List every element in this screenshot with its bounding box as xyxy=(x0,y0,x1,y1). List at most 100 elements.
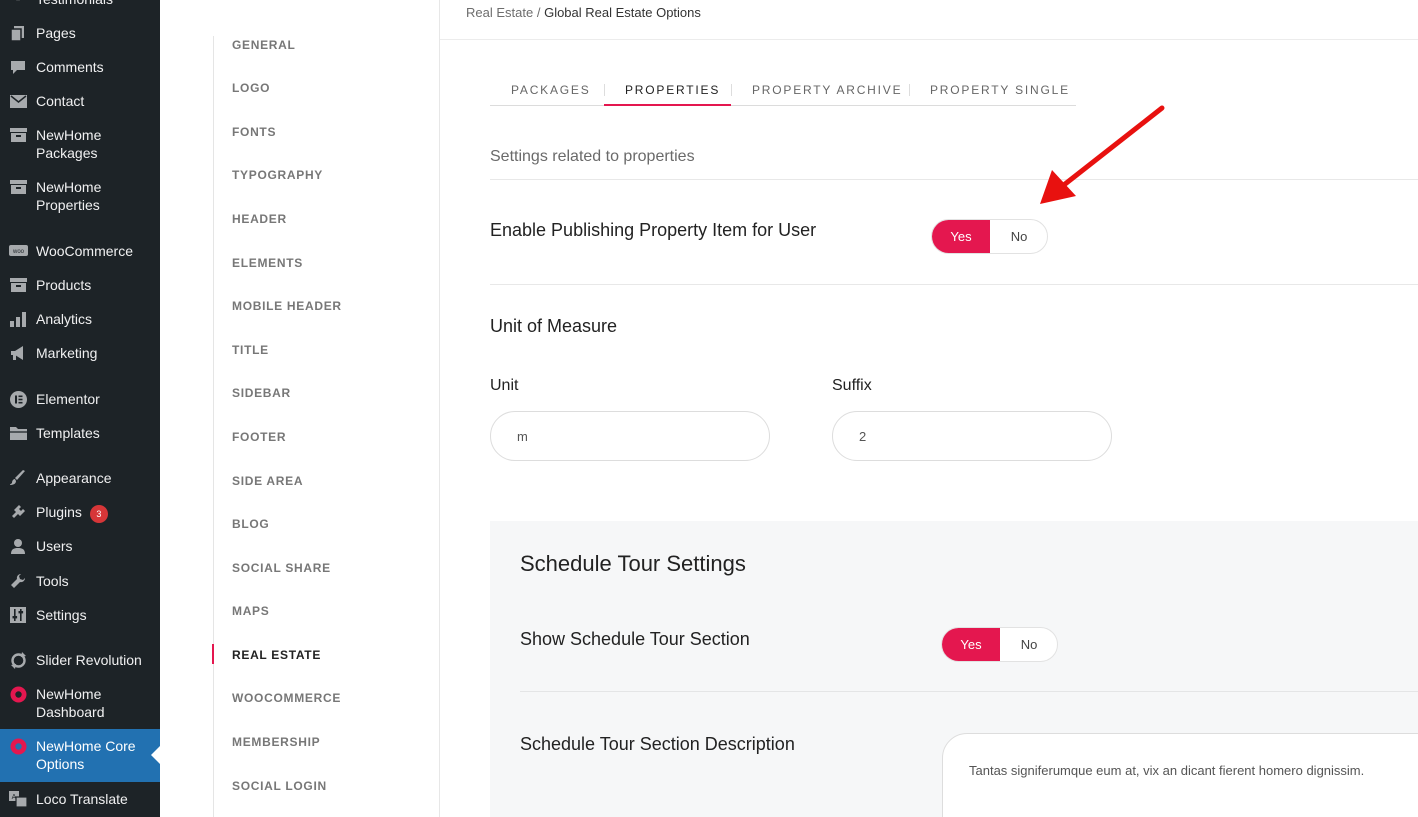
nav-item-real-estate[interactable]: REAL ESTATE xyxy=(232,648,321,662)
tab-separator xyxy=(604,84,605,96)
field-divider xyxy=(520,691,1418,692)
refresh-icon xyxy=(8,651,28,669)
wp-menu-users[interactable]: Users xyxy=(0,537,160,555)
wp-menu-plugins[interactable]: Plugins 3 xyxy=(0,503,160,523)
nav-item-title[interactable]: TITLE xyxy=(232,343,269,357)
nav-item-sidebar[interactable]: SIDEBAR xyxy=(232,386,291,400)
unit-of-measure-title: Unit of Measure xyxy=(490,316,618,336)
tab-property-single[interactable]: PROPERTY SINGLE xyxy=(930,83,1070,97)
wp-menu-label: NewHome Core Options xyxy=(36,738,136,772)
show-schedule-tour-yes[interactable]: Yes xyxy=(942,628,1000,661)
unit-input[interactable] xyxy=(490,411,770,461)
nav-item-footer[interactable]: FOOTER xyxy=(232,430,286,444)
plugins-label-text: Plugins xyxy=(36,504,82,520)
show-schedule-tour-no[interactable]: No xyxy=(1000,628,1057,661)
nav-divider xyxy=(213,36,214,817)
nav-item-side-area[interactable]: SIDE AREA xyxy=(232,474,303,488)
wp-menu-label: WooCommerce xyxy=(36,243,133,259)
translate-icon: A xyxy=(8,790,28,808)
nav-item-mobile-header[interactable]: MOBILE HEADER xyxy=(232,299,342,313)
nav-item-logo[interactable]: LOGO xyxy=(232,81,270,95)
tab-separator xyxy=(909,84,910,96)
wp-menu-label: Products xyxy=(36,277,92,293)
wp-menu-elementor[interactable]: Elementor xyxy=(0,390,160,408)
nav-item-general[interactable]: GENERAL xyxy=(232,38,296,52)
svg-text:A: A xyxy=(12,794,17,801)
wp-menu-label: Elementor xyxy=(36,391,100,407)
active-menu-pointer xyxy=(151,746,160,764)
wp-menu-label: Analytics xyxy=(36,311,93,327)
field-divider xyxy=(490,284,1418,285)
wp-menu-woocommerce[interactable]: woo WooCommerce xyxy=(0,242,160,260)
tab-properties[interactable]: PROPERTIES xyxy=(625,83,720,97)
nav-item-membership[interactable]: MEMBERSHIP xyxy=(232,735,320,749)
wp-menu-label: Appearance xyxy=(36,470,112,486)
wp-menu-loco-translate[interactable]: A Loco Translate xyxy=(0,790,160,808)
plugin-icon xyxy=(8,503,28,521)
newhome-icon xyxy=(8,685,28,703)
nav-item-elements[interactable]: ELEMENTS xyxy=(232,256,303,270)
section-subtitle: Settings related to properties xyxy=(490,148,695,165)
options-tabs: PACKAGES PROPERTIES PROPERTY ARCHIVE PRO… xyxy=(490,75,1076,106)
wp-menu-label: Comments xyxy=(36,59,104,75)
suffix-input[interactable] xyxy=(832,411,1112,461)
nav-item-fonts[interactable]: FONTS xyxy=(232,125,276,139)
plugin-update-badge: 3 xyxy=(89,505,108,523)
enable-publishing-yes[interactable]: Yes xyxy=(932,220,990,253)
archive-icon xyxy=(8,178,28,196)
testimonials-icon: ▪ xyxy=(8,0,28,8)
paintbrush-icon xyxy=(8,469,28,487)
wp-menu-label: NewHome Properties xyxy=(36,179,102,213)
wp-menu-tools[interactable]: Tools xyxy=(0,572,160,590)
options-main-panel: Real Estate / Global Real Estate Options… xyxy=(440,0,1418,817)
wp-menu-label: Pages xyxy=(36,25,76,41)
wp-admin-sidebar: ▪ Testimonials Pages Comments Contact Ne… xyxy=(0,0,160,817)
woocommerce-icon: woo xyxy=(8,242,28,260)
nav-item-social-share[interactable]: SOCIAL SHARE xyxy=(232,561,331,575)
wp-menu-analytics[interactable]: Analytics xyxy=(0,310,160,328)
wp-menu-newhome-packages[interactable]: NewHome Packages xyxy=(0,126,160,162)
elementor-icon xyxy=(8,390,28,408)
wp-menu-label: NewHome Packages xyxy=(36,127,102,161)
nav-item-blog[interactable]: BLOG xyxy=(232,517,269,531)
wp-menu-settings[interactable]: Settings xyxy=(0,606,160,624)
wp-menu-appearance[interactable]: Appearance xyxy=(0,469,160,487)
breadcrumb-current: Global Real Estate Options xyxy=(544,5,701,20)
nav-active-indicator xyxy=(212,644,214,664)
wp-menu-marketing[interactable]: Marketing xyxy=(0,344,160,362)
newhome-icon xyxy=(8,737,28,755)
wp-menu-comments[interactable]: Comments xyxy=(0,58,160,76)
nav-item-woocommerce[interactable]: WOOCOMMERCE xyxy=(232,691,341,705)
wp-menu-newhome-core-options[interactable]: NewHome Core Options xyxy=(0,729,160,782)
pages-icon xyxy=(8,24,28,42)
breadcrumb-parent[interactable]: Real Estate xyxy=(466,5,533,20)
wp-menu-newhome-properties[interactable]: NewHome Properties xyxy=(0,178,160,214)
schedule-tour-title: Schedule Tour Settings xyxy=(520,551,746,576)
comments-icon xyxy=(8,58,28,76)
schedule-tour-description-textarea[interactable]: Tantas signiferumque eum at, vix an dica… xyxy=(942,733,1418,817)
user-icon xyxy=(8,537,28,555)
bar-chart-icon xyxy=(8,310,28,328)
tab-property-archive[interactable]: PROPERTY ARCHIVE xyxy=(752,83,902,97)
wp-menu-products[interactable]: Products xyxy=(0,276,160,294)
nav-item-typography[interactable]: TYPOGRAPHY xyxy=(232,168,323,182)
wp-menu-templates[interactable]: Templates xyxy=(0,424,160,442)
tab-packages[interactable]: PACKAGES xyxy=(511,83,591,97)
wp-menu-newhome-dashboard[interactable]: NewHome Dashboard xyxy=(0,685,160,721)
unit-label: Unit xyxy=(490,377,519,394)
theme-options-nav: GENERAL LOGO FONTS TYPOGRAPHY HEADER ELE… xyxy=(160,0,440,817)
svg-text:woo: woo xyxy=(11,249,24,255)
schedule-tour-panel: Schedule Tour Settings Show Schedule Tou… xyxy=(490,521,1418,817)
wp-menu-contact[interactable]: Contact xyxy=(0,92,160,110)
enable-publishing-no[interactable]: No xyxy=(990,220,1047,253)
nav-item-social-login[interactable]: SOCIAL LOGIN xyxy=(232,779,327,793)
nav-item-maps[interactable]: MAPS xyxy=(232,604,269,618)
wp-menu-slider-revolution[interactable]: Slider Revolution xyxy=(0,651,160,669)
show-schedule-tour-toggle: Yes No xyxy=(941,627,1058,662)
wp-menu-testimonials[interactable]: ▪ Testimonials xyxy=(0,0,160,8)
wp-menu-label: Loco Translate xyxy=(36,791,128,807)
wp-menu-label: Contact xyxy=(36,93,85,109)
nav-item-header[interactable]: HEADER xyxy=(232,212,287,226)
wp-menu-pages[interactable]: Pages xyxy=(0,24,160,42)
wp-menu-label: Tools xyxy=(36,573,69,589)
